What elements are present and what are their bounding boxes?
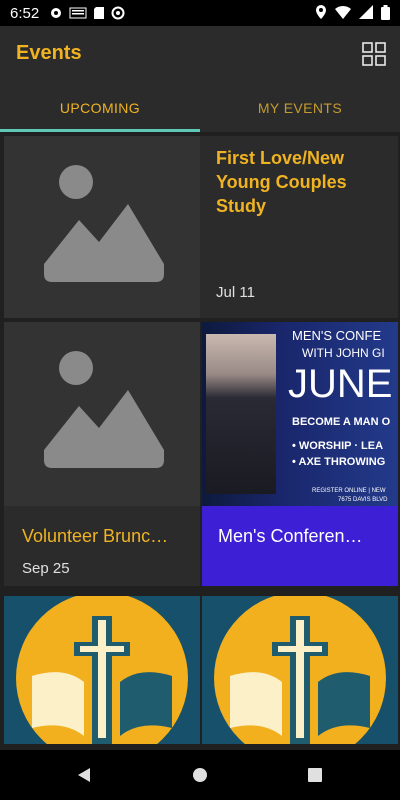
poster-bullet1: • WORSHIP · LEA (292, 440, 384, 452)
sync-icon (111, 6, 125, 20)
wifi-icon (335, 6, 351, 19)
location-icon (316, 5, 326, 19)
event-card[interactable]: First Love/New Young Couples Study Jul 1… (4, 136, 398, 318)
settings-icon (51, 8, 62, 18)
event-poster-image: MEN'S CONFE WITH JOHN GI JUNE BECOME A M… (202, 322, 398, 506)
event-card[interactable] (202, 592, 398, 764)
back-icon (78, 768, 90, 782)
event-title: Men's Conferen… (218, 526, 363, 546)
tab-my-events[interactable]: MY EVENTS (200, 84, 400, 132)
event-card[interactable] (4, 592, 200, 764)
tab-upcoming[interactable]: UPCOMING (0, 84, 200, 132)
signal-icon (359, 5, 373, 19)
event-image-placeholder (4, 322, 200, 506)
poster-line1: MEN'S CONFE (292, 328, 382, 343)
event-card[interactable]: Volunteer Brunc… Sep 25 (4, 322, 200, 586)
poster-line2: WITH JOHN GI (302, 346, 385, 360)
event-title: First Love/New Young Couples Study (216, 148, 347, 216)
system-nav-bar (0, 750, 400, 800)
notification-app-icon (69, 7, 87, 19)
image-placeholder-icon (44, 165, 164, 282)
image-placeholder-icon (44, 351, 164, 468)
home-icon (193, 768, 207, 782)
page-title: Events (16, 42, 82, 64)
event-image-placeholder (4, 136, 200, 318)
battery-icon (381, 4, 390, 20)
home-button[interactable] (170, 750, 230, 800)
poster-footer1: REGISTER ONLINE | NEW (312, 488, 386, 494)
tab-bar: UPCOMING MY EVENTS (0, 84, 400, 132)
poster-bullet2: • AXE THROWING (292, 456, 386, 468)
church-logo-icon (16, 592, 188, 764)
grid-view-icon[interactable] (362, 42, 386, 66)
app-bar: Events (0, 26, 400, 84)
recents-button[interactable] (285, 750, 345, 800)
poster-line3: BECOME A MAN O (292, 416, 391, 428)
poster-footer2: 7675 DAVIS BLVD (338, 497, 388, 503)
poster-big-text: JUNE (288, 362, 393, 406)
event-title: Volunteer Brunc… (22, 526, 169, 546)
status-time: 6:52 (10, 4, 40, 22)
event-date: Jul 11 (216, 284, 255, 301)
back-button[interactable] (54, 750, 114, 800)
event-date: Sep 25 (22, 560, 70, 577)
speaker-photo (206, 334, 276, 494)
sd-card-icon (94, 7, 105, 19)
status-bar: 6:52 (0, 0, 400, 26)
church-logo-icon (214, 592, 386, 764)
recents-icon (308, 768, 322, 782)
